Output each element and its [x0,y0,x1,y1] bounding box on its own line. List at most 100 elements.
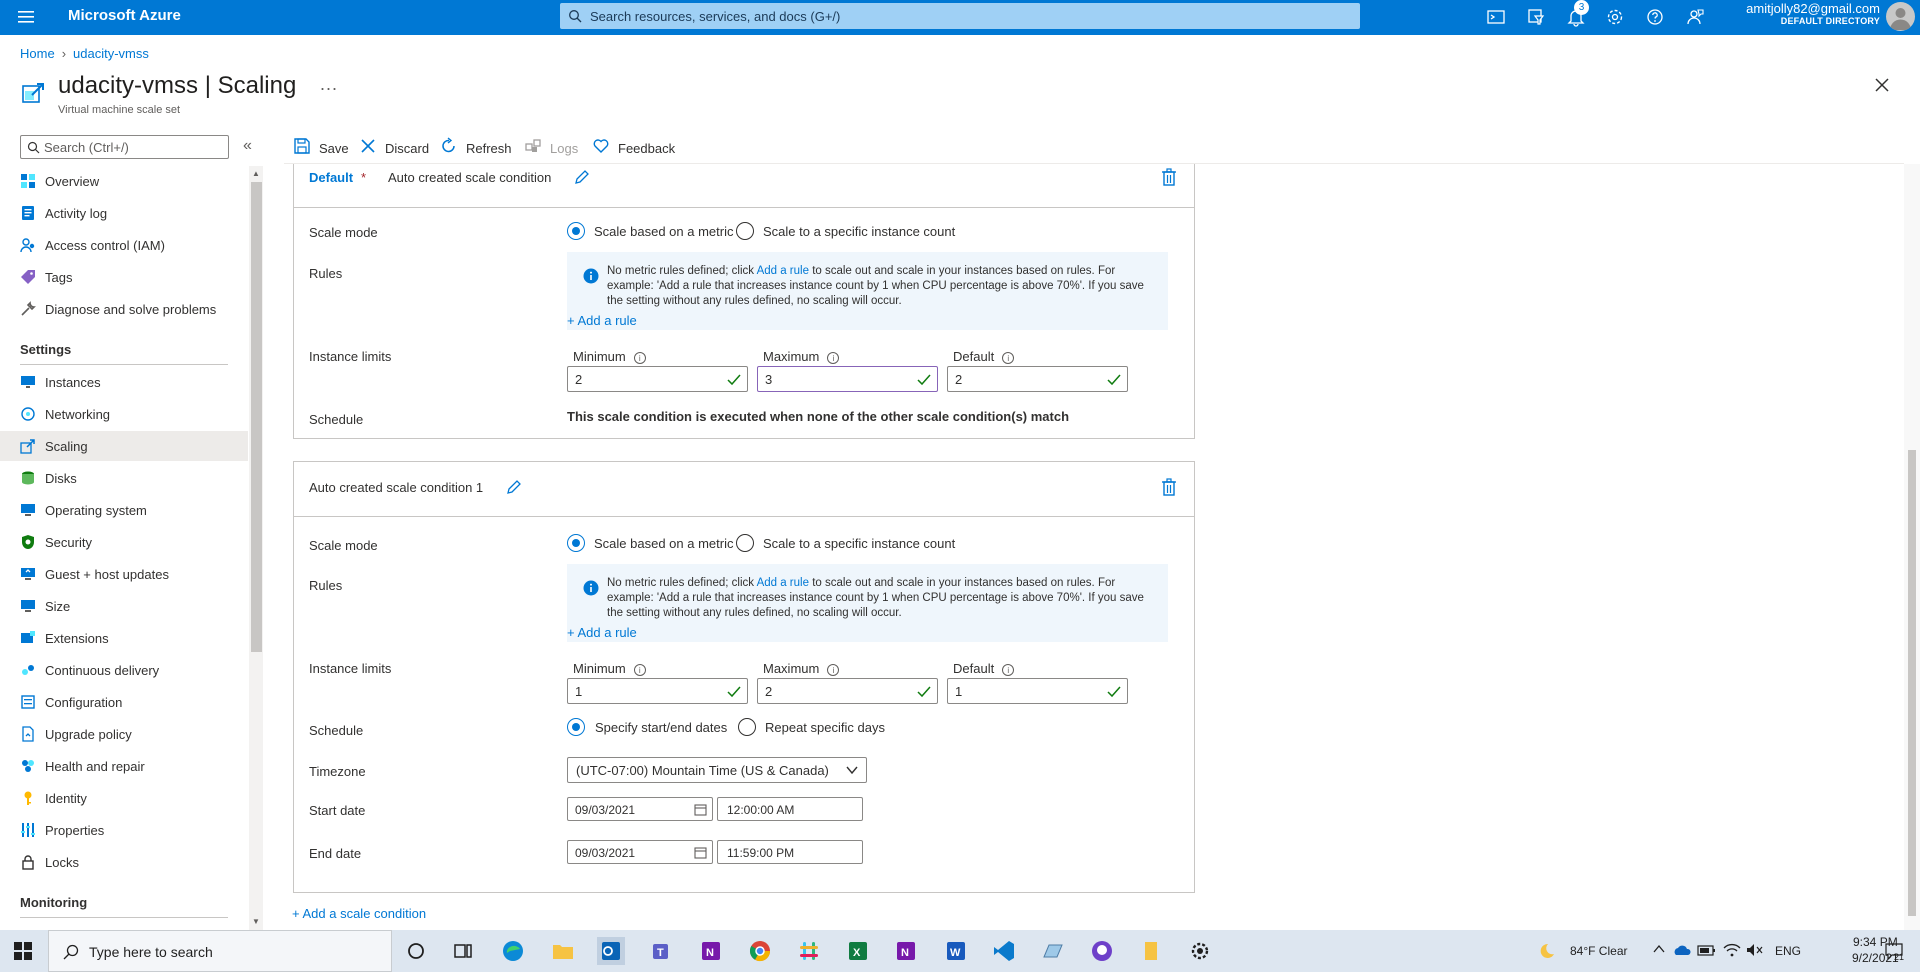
sidebar-item-scaling[interactable]: Scaling [0,431,248,461]
edge-icon[interactable] [499,937,527,965]
maximum-input[interactable]: 2 [757,678,938,704]
portal-brand[interactable]: Microsoft Azure [68,7,181,24]
sidebar-item-disks[interactable]: Disks [0,463,248,493]
feedback-icon[interactable] [1683,5,1707,29]
scale-count-label[interactable]: Scale to a specific instance count [763,224,955,239]
start-time-input[interactable]: 12:00:00 AM [717,797,863,821]
start-date-input[interactable]: 09/03/2021 [567,797,713,821]
specify-dates-radio[interactable] [567,718,585,736]
sidebar-item-guest-host-updates[interactable]: Guest + host updates [0,559,248,589]
scale-metric-radio[interactable] [567,534,585,552]
scale-count-radio[interactable] [736,534,754,552]
breadcrumb-resource[interactable]: udacity-vmss [73,46,149,61]
breadcrumb-home[interactable]: Home [20,46,55,61]
maximum-input[interactable]: 3 [757,366,938,392]
word-icon[interactable]: W [942,937,970,965]
sidebar-search-input[interactable]: Search (Ctrl+/) [20,135,229,159]
sidebar-item-configuration[interactable]: Configuration [0,687,248,717]
delete-icon[interactable] [1161,168,1177,186]
end-time-input[interactable]: 11:59:00 PM [717,840,863,864]
settings-app-icon[interactable] [1186,937,1214,965]
chevron-up-icon[interactable] [1653,942,1665,956]
cloud-shell-icon[interactable] [1484,5,1508,29]
scale-metric-radio[interactable] [567,222,585,240]
info-icon[interactable]: i [1002,351,1015,364]
info-icon[interactable]: i [827,351,840,364]
menu-icon[interactable] [16,7,36,27]
delete-icon[interactable] [1161,478,1177,496]
avatar[interactable] [1886,2,1915,31]
calendar-icon[interactable] [694,803,707,816]
wifi-icon[interactable] [1723,942,1741,958]
onedrive-icon[interactable] [1672,943,1692,957]
minimum-input[interactable]: 1 [567,678,748,704]
sidebar-item-identity[interactable]: Identity [0,783,248,813]
end-date-input[interactable]: 09/03/2021 [567,840,713,864]
vscode-icon[interactable] [990,937,1018,965]
calendar-icon[interactable] [694,846,707,859]
file-explorer-icon[interactable] [549,937,577,965]
battery-icon[interactable] [1697,943,1717,957]
sidebar-item-instances[interactable]: Instances [0,367,248,397]
main-scrollbar[interactable] [1904,164,1920,930]
github-icon[interactable] [1088,937,1116,965]
info-icon[interactable]: i [633,351,646,364]
sidebar-item-properties[interactable]: Properties [0,815,248,845]
more-options-button[interactable]: ... [320,74,338,95]
sidebar-item-operating-system[interactable]: Operating system [0,495,248,525]
main-scroll-thumb[interactable] [1908,450,1916,916]
add-rule-link[interactable]: + Add a rule [567,313,637,328]
timezone-select[interactable]: (UTC-07:00) Mountain Time (US & Canada) [567,757,867,783]
add-rule-inline-link[interactable]: Add a rule [757,577,809,589]
repeat-days-radio[interactable] [738,718,756,736]
excel-icon[interactable]: X [844,937,872,965]
weather-icon[interactable] [1536,942,1556,960]
language-indicator[interactable]: ENG [1775,944,1801,958]
repeat-days-label[interactable]: Repeat specific days [765,720,885,735]
sidebar-item-size[interactable]: Size [0,591,248,621]
default-input[interactable]: 2 [947,366,1128,392]
info-icon[interactable]: i [1002,663,1015,676]
sidebar-item-iam[interactable]: Access control (IAM) [0,230,248,260]
app-icon[interactable] [1039,937,1067,965]
sidebar-item-tags[interactable]: Tags [0,262,248,292]
sidebar-item-networking[interactable]: Networking [0,399,248,429]
sidebar-item-continuous-delivery[interactable]: Continuous delivery [0,655,248,685]
directory-filter-icon[interactable] [1524,5,1548,29]
teams-icon[interactable]: T [648,937,676,965]
windows-start-icon[interactable] [14,942,32,960]
minimum-input[interactable]: 2 [567,366,748,392]
scale-count-label[interactable]: Scale to a specific instance count [763,536,955,551]
gear-icon[interactable] [1603,5,1627,29]
account-menu[interactable]: amitjolly82@gmail.com DEFAULT DIRECTORY [1746,1,1880,26]
task-view-icon[interactable] [449,937,477,965]
scale-count-radio[interactable] [736,222,754,240]
scroll-up-icon[interactable]: ▲ [252,169,260,178]
global-search-input[interactable]: Search resources, services, and docs (G+… [560,3,1360,29]
help-icon[interactable] [1643,5,1667,29]
add-rule-link[interactable]: + Add a rule [567,625,637,640]
specify-dates-label[interactable]: Specify start/end dates [595,720,727,735]
scale-metric-label[interactable]: Scale based on a metric [594,224,733,239]
onenote-icon[interactable]: N [697,937,725,965]
weather-text[interactable]: 84°F Clear [1570,944,1628,958]
scroll-down-icon[interactable]: ▼ [252,917,260,926]
pencil-icon[interactable] [506,479,522,495]
folder-icon[interactable] [1137,937,1165,965]
sidebar-item-overview[interactable]: Overview [0,166,248,196]
sidebar-item-security[interactable]: Security [0,527,248,557]
sidebar-scrollbar[interactable]: ▲ ▼ [249,166,263,930]
sidebar-item-locks[interactable]: Locks [0,847,248,877]
scale-metric-label[interactable]: Scale based on a metric [594,536,733,551]
close-icon[interactable] [1874,77,1890,93]
outlook-icon[interactable] [597,937,625,965]
sidebar-item-diagnose[interactable]: Diagnose and solve problems [0,294,248,324]
taskbar-search-input[interactable]: Type here to search [48,930,392,972]
default-input[interactable]: 1 [947,678,1128,704]
pencil-icon[interactable] [574,169,590,185]
add-rule-inline-link[interactable]: Add a rule [757,265,809,277]
collapse-sidebar-button[interactable]: « [243,137,252,155]
slack-icon[interactable] [795,937,823,965]
info-icon[interactable]: i [633,663,646,676]
add-scale-condition-link[interactable]: + Add a scale condition [292,906,426,921]
